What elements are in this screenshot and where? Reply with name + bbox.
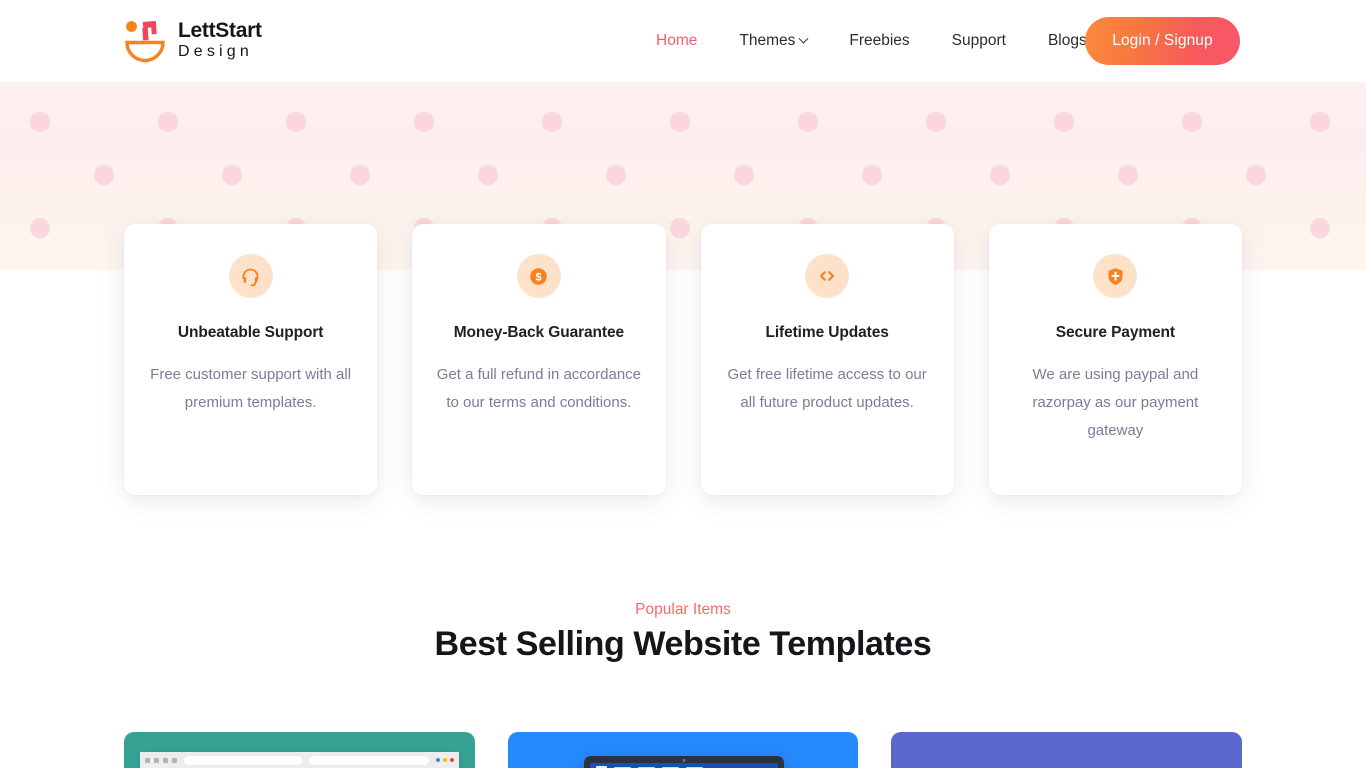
logo-line-2: Design <box>178 43 254 60</box>
site-logo[interactable]: LettStart Design <box>122 16 262 64</box>
site-header: LettStart Design Home Themes Freebies Su… <box>0 0 1366 82</box>
feature-cards-row: Unbeatable Support Free customer support… <box>124 224 1242 495</box>
template-cards-row <box>124 732 1243 768</box>
browser-address-bar <box>184 755 302 765</box>
section-title: Best Selling Website Templates <box>434 625 932 663</box>
extension-dot-yellow <box>442 758 447 762</box>
login-signup-button[interactable]: Login / Signup <box>1085 17 1240 65</box>
dollar-coin-icon: $ <box>516 254 561 298</box>
feature-title: Money-Back Guarantee <box>453 324 625 341</box>
nav-label-freebies: Freebies <box>849 32 910 49</box>
section-eyebrow: Popular Items <box>0 601 1366 619</box>
mockup-navbar <box>589 763 778 768</box>
browser-mockup <box>140 752 459 768</box>
feature-description: Get a full refund in accordance to our t… <box>436 366 642 411</box>
browser-search-bar <box>308 755 429 765</box>
headset-icon <box>228 254 273 298</box>
feature-card-secure-payment: Secure Payment We are using paypal and r… <box>988 224 1242 495</box>
browser-extension-icons <box>435 758 454 762</box>
feature-title: Unbeatable Support <box>177 324 324 341</box>
laptop-screen <box>589 763 778 768</box>
forward-arrow-icon <box>154 757 159 763</box>
home-icon <box>172 757 177 763</box>
reload-icon <box>163 757 168 763</box>
nav-label-support: Support <box>951 32 1006 49</box>
template-card-indigo[interactable] <box>891 732 1243 768</box>
feature-title: Lifetime Updates <box>765 324 889 341</box>
shield-check-icon <box>1093 254 1138 298</box>
logo-line-1: LettStart <box>178 19 262 42</box>
nav-item-home[interactable]: Home <box>635 32 718 50</box>
laptop-mockup <box>583 756 784 768</box>
nav-item-support[interactable]: Support <box>931 32 1027 50</box>
feature-description: We are using paypal and razorpay as our … <box>1032 366 1199 439</box>
feature-card-money-back: $ Money-Back Guarantee Get a full refund… <box>412 224 666 495</box>
nav-label-blogs: Blogs <box>1047 32 1087 49</box>
feature-card-lifetime-updates: Lifetime Updates Get free lifetime acces… <box>700 224 954 495</box>
feature-description: Get free lifetime access to our all futu… <box>727 366 927 411</box>
svg-text:$: $ <box>536 271 542 283</box>
chevron-down-icon <box>798 33 809 44</box>
nav-label-themes: Themes <box>739 32 796 49</box>
landing-page: LettStart Design Home Themes Freebies Su… <box>0 0 1366 768</box>
code-brackets-icon <box>805 254 850 298</box>
nav-item-freebies[interactable]: Freebies <box>828 32 930 50</box>
logo-wordmark: LettStart Design <box>178 20 262 60</box>
template-card-blue[interactable] <box>507 732 859 768</box>
browser-toolbar <box>140 752 459 768</box>
lettstart-logo-mark-icon <box>122 16 169 64</box>
feature-title: Secure Payment <box>1055 324 1175 341</box>
extension-dot-blue <box>435 758 440 762</box>
nav-label-home: Home <box>656 32 698 49</box>
feature-card-support: Unbeatable Support Free customer support… <box>124 224 378 495</box>
main-navigation: Home Themes Freebies Support Blogs <box>635 0 1108 82</box>
extension-dot-red <box>449 758 454 762</box>
back-arrow-icon <box>145 757 150 763</box>
template-card-teal[interactable] <box>124 732 475 768</box>
nav-item-themes[interactable]: Themes <box>718 32 828 50</box>
feature-description: Free customer support with all premium t… <box>150 366 352 411</box>
